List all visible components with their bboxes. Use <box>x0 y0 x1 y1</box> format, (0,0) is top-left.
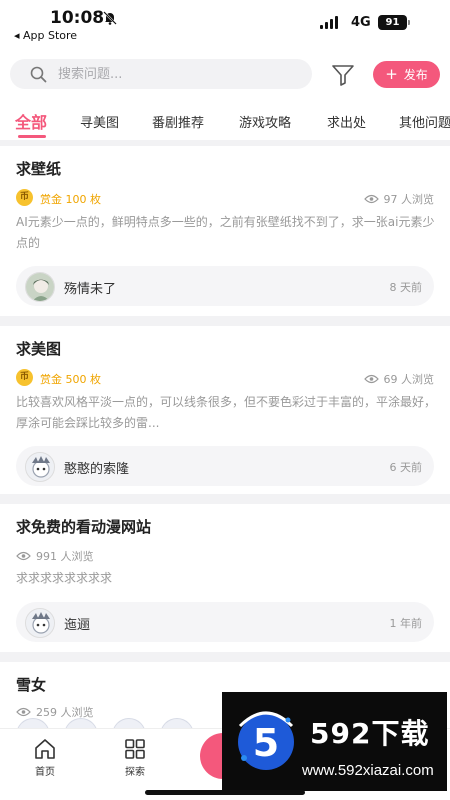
post-time: 8 天前 <box>389 281 423 294</box>
post-time: 1 年前 <box>389 617 423 630</box>
author-name: 憨憨的索隆 <box>64 462 130 477</box>
tab-all[interactable]: 全部 <box>15 109 47 133</box>
bell-off-icon <box>103 11 117 25</box>
view-count: 97 人浏览 <box>363 191 434 207</box>
post-title: 求美图 <box>16 340 62 358</box>
tab-find-pictures[interactable]: 寻美图 <box>80 112 119 131</box>
cellular-signal-icon <box>320 16 338 29</box>
back-to-app-store-link[interactable]: ◂ App Store <box>14 29 77 42</box>
site-watermark: 5 592下载 www.592xiazai.com <box>222 692 447 791</box>
grid-icon <box>125 739 145 759</box>
post-title: 雪女 <box>16 676 47 694</box>
eye-icon <box>363 194 379 204</box>
battery-indicator: 91 <box>378 15 410 30</box>
view-count: 991 人浏览 <box>16 548 94 564</box>
coin-icon: 币 <box>16 189 33 206</box>
eye-icon <box>16 707 31 717</box>
reward-amount: 赏金 100 枚 <box>40 193 101 206</box>
search-input[interactable] <box>58 59 298 89</box>
search-box[interactable] <box>10 59 312 89</box>
home-indicator <box>145 790 305 795</box>
status-bar: 10:08 ◂ App Store 4G 91 <box>0 0 450 46</box>
svg-text:5: 5 <box>253 721 279 765</box>
eye-icon <box>363 374 379 384</box>
status-time: 10:08 <box>50 8 105 28</box>
tab-find-source[interactable]: 求出处 <box>327 112 366 131</box>
watermark-logo-icon: 5 <box>238 711 294 770</box>
eye-icon <box>16 551 31 561</box>
filter-icon[interactable] <box>331 64 355 86</box>
author-bar[interactable]: 迤逦 1 年前 <box>16 602 434 642</box>
avatar[interactable] <box>25 452 55 482</box>
tab-game-guides[interactable]: 游戏攻略 <box>239 112 291 131</box>
author-bar[interactable]: 憨憨的索隆 6 天前 <box>16 446 434 486</box>
search-icon <box>30 66 47 83</box>
network-type: 4G <box>351 15 371 30</box>
nav-explore[interactable]: 探索 <box>110 737 160 778</box>
active-tab-indicator <box>18 135 46 138</box>
post-title: 求免费的看动漫网站 <box>16 518 152 536</box>
category-tabs: 全部 寻美图 番剧推荐 游戏攻略 求出处 其他问题 <box>0 102 450 140</box>
post-card[interactable]: 求免费的看动漫网站 991 人浏览 求求求求求求求求 迤逦 1 年前 <box>0 504 450 652</box>
publish-button[interactable]: + 发布 <box>373 61 440 88</box>
post-time: 6 天前 <box>389 461 423 474</box>
coin-icon: 币 <box>16 369 33 386</box>
publish-label: 发布 <box>403 68 428 82</box>
author-bar[interactable]: 殇情未了 8 天前 <box>16 266 434 306</box>
tab-other-questions[interactable]: 其他问题 <box>399 112 450 131</box>
view-count: 69 人浏览 <box>363 371 434 387</box>
post-card[interactable]: 求壁纸 币 赏金 100 枚 97 人浏览 AI元素少一点的，鲜明特点多一些的，… <box>0 146 450 316</box>
home-icon <box>35 739 55 759</box>
nav-home-label: 首页 <box>35 767 55 778</box>
watermark-url: www.592xiazai.com <box>302 762 434 779</box>
reward-amount: 赏金 500 枚 <box>40 373 101 386</box>
author-name: 殇情未了 <box>64 282 117 297</box>
tab-anime-recommend[interactable]: 番剧推荐 <box>152 112 204 131</box>
post-description: 比较喜欢风格平淡一点的，可以线条很多，但不要色彩过于丰富的，平涂最好，厚涂可能会… <box>16 395 437 430</box>
post-description: 求求求求求求求求 <box>16 571 113 585</box>
post-title: 求壁纸 <box>16 160 62 178</box>
avatar[interactable] <box>25 272 55 302</box>
nav-explore-label: 探索 <box>125 767 145 778</box>
search-header: + 发布 <box>0 46 450 102</box>
post-card[interactable]: 求美图 币 赏金 500 枚 69 人浏览 比较喜欢风格平淡一点的，可以线条很多… <box>0 326 450 494</box>
author-name: 迤逦 <box>64 618 91 633</box>
nav-home[interactable]: 首页 <box>20 737 70 778</box>
watermark-name: 592下载 <box>310 717 430 750</box>
post-description: AI元素少一点的，鲜明特点多一些的，之前有张壁纸找不到了，求一张ai元素少点的 <box>16 215 435 250</box>
avatar[interactable] <box>25 608 55 638</box>
plus-icon: + <box>385 65 398 83</box>
